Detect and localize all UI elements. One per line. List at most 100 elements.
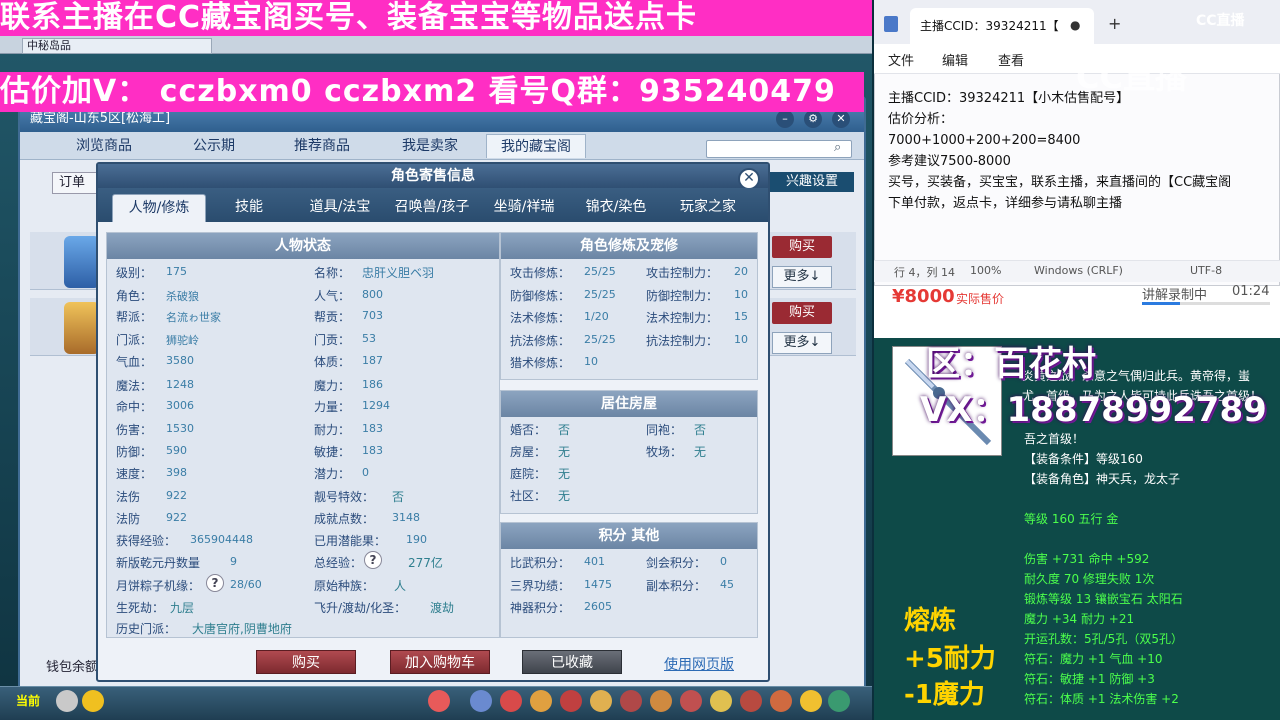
points-value: 0 bbox=[720, 555, 727, 568]
side-buy-button[interactable]: 购买 bbox=[772, 302, 832, 324]
history-label: 历史门派： bbox=[116, 622, 177, 636]
dialog-close-icon[interactable]: ✕ bbox=[738, 168, 760, 190]
notepad-text-area[interactable]: 主播CCID：39324211【小木估售配号】 估价分析： 7000+1000+… bbox=[888, 88, 1274, 214]
house-value: 无 bbox=[694, 445, 707, 459]
avatar bbox=[64, 302, 100, 354]
bag-icon[interactable] bbox=[530, 690, 552, 712]
friend-icon[interactable] bbox=[680, 690, 702, 712]
stat-value: 53 bbox=[362, 332, 376, 345]
order-select[interactable]: 订单 bbox=[52, 172, 102, 194]
refine-bonus: +5耐力 bbox=[904, 644, 996, 674]
shop-icon[interactable] bbox=[770, 690, 792, 712]
minimize-icon[interactable]: – bbox=[776, 110, 794, 128]
side-buy-button[interactable]: 购买 bbox=[772, 236, 832, 258]
item-icon[interactable] bbox=[500, 690, 522, 712]
stat-label: 气血： bbox=[116, 355, 153, 369]
item-line: 耐久度 70 修理失败 1次 bbox=[1024, 572, 1155, 586]
tab-skills[interactable]: 技能 bbox=[214, 194, 284, 222]
stat-label: 敏捷： bbox=[314, 445, 351, 459]
nav-public[interactable]: 公示期 bbox=[164, 134, 264, 158]
tab-character[interactable]: 人物/修炼 bbox=[112, 194, 206, 222]
contact-overlay: VX：18878992789 bbox=[920, 390, 1267, 430]
mic-icon[interactable] bbox=[56, 690, 78, 712]
tab-items[interactable]: 道具/法宝 bbox=[298, 194, 382, 222]
mail-icon[interactable] bbox=[740, 690, 762, 712]
skill-icon[interactable] bbox=[590, 690, 612, 712]
stat-value: 922 bbox=[166, 511, 187, 524]
gift-icon[interactable] bbox=[650, 690, 672, 712]
cult-value: 25/25 bbox=[584, 333, 616, 346]
nav-my-cangbaoge[interactable]: 我的藏宝阁 bbox=[486, 134, 586, 158]
interest-settings-button[interactable]: 兴趣设置 bbox=[770, 172, 854, 192]
tab-mounts[interactable]: 坐骑/祥瑞 bbox=[482, 194, 566, 222]
tab-home[interactable]: 玩家之家 bbox=[666, 194, 750, 222]
points-value: 1475 bbox=[584, 578, 612, 591]
sword-icon[interactable] bbox=[470, 690, 492, 712]
menu-file[interactable]: 文件 bbox=[888, 50, 914, 69]
emoji-icon[interactable] bbox=[82, 690, 104, 712]
text-line: 买号，买装备，买宝宝，联系主播，来直播间的【CC藏宝阁 bbox=[888, 175, 1232, 190]
stat-label: 力量： bbox=[314, 400, 351, 414]
new-tab-icon[interactable]: + bbox=[1108, 14, 1121, 33]
stat-value: 175 bbox=[166, 265, 187, 278]
add-to-cart-button[interactable]: 加入购物车 bbox=[390, 650, 490, 674]
tab-pets[interactable]: 召唤兽/孩子 bbox=[386, 194, 478, 222]
cult-label: 攻击修炼： bbox=[510, 266, 571, 280]
item-line: 等级 160 五行 金 bbox=[1024, 512, 1119, 526]
search-input[interactable] bbox=[706, 140, 852, 158]
stat-label: 门贡： bbox=[314, 333, 351, 347]
smile-icon[interactable] bbox=[800, 690, 822, 712]
stat-label: 人气： bbox=[314, 289, 351, 303]
stat-value: 800 bbox=[362, 288, 383, 301]
cult-value: 10 bbox=[734, 333, 748, 346]
points-panel-title: 积分 其他 bbox=[501, 523, 757, 549]
web-version-link[interactable]: 使用网页版 bbox=[664, 654, 734, 674]
wallet-label: 钱包余额 bbox=[46, 660, 99, 675]
house-label: 同袍： bbox=[646, 423, 683, 437]
stat-label: 耐力： bbox=[314, 423, 351, 437]
cc-watermark: CC直播 bbox=[1196, 13, 1245, 29]
exp-label: 获得经验： bbox=[116, 534, 177, 548]
nav-recommend[interactable]: 推荐商品 bbox=[272, 134, 372, 158]
nav-seller[interactable]: 我是卖家 bbox=[380, 134, 480, 158]
cult-value: 1/20 bbox=[584, 310, 609, 323]
notepad-tab[interactable]: 主播CCID：39324211【 bbox=[910, 8, 1094, 44]
house-value: 无 bbox=[558, 445, 571, 459]
taskbar-label: 当前 bbox=[16, 694, 41, 708]
points-value: 2605 bbox=[584, 600, 612, 613]
stat-label: 法伤 bbox=[116, 490, 141, 504]
stat-value: 狮驼岭 bbox=[166, 334, 199, 347]
close-icon[interactable]: ✕ bbox=[832, 110, 850, 128]
text-line: 参考建议7500-8000 bbox=[888, 154, 1011, 169]
fly-label: 飞升/渡劫/化圣： bbox=[314, 601, 407, 615]
total-exp-value: 277亿 bbox=[408, 556, 443, 570]
buy-button[interactable]: 购买 bbox=[256, 650, 356, 674]
points-label: 剑会积分： bbox=[646, 556, 707, 570]
chat-icon[interactable] bbox=[710, 690, 732, 712]
unsaved-dot-icon[interactable]: ● bbox=[1070, 18, 1080, 32]
side-more-button[interactable]: 更多↓ bbox=[772, 266, 832, 288]
menu-view[interactable]: 查看 bbox=[998, 50, 1024, 69]
nav-browse[interactable]: 浏览商品 bbox=[54, 134, 154, 158]
quest-icon[interactable] bbox=[620, 690, 642, 712]
favorited-button[interactable]: 已收藏 bbox=[522, 650, 622, 674]
tab-costume[interactable]: 锦衣/染色 bbox=[574, 194, 658, 222]
qiankun-value: 9 bbox=[230, 555, 237, 568]
stat-label: 角色： bbox=[116, 289, 153, 303]
system-icon[interactable] bbox=[828, 690, 850, 712]
help-icon[interactable]: ? bbox=[206, 574, 224, 592]
points-label: 三界功绩： bbox=[510, 579, 571, 593]
qiankun-label: 新版乾元丹数量 bbox=[116, 556, 201, 570]
menu-edit[interactable]: 编辑 bbox=[942, 50, 968, 69]
game-tab[interactable]: 中秘岛品 bbox=[22, 38, 212, 54]
cult-label: 猎术修炼： bbox=[510, 356, 571, 370]
side-more-button[interactable]: 更多↓ bbox=[772, 332, 832, 354]
pet-icon[interactable] bbox=[428, 690, 450, 712]
item-line bbox=[1024, 490, 1274, 510]
gear-icon[interactable]: ⚙ bbox=[804, 110, 822, 128]
help-icon[interactable]: ? bbox=[364, 551, 382, 569]
search-icon[interactable]: ⌕ bbox=[834, 140, 841, 155]
price-label: 实际售价 bbox=[956, 292, 1005, 306]
team-icon[interactable] bbox=[560, 690, 582, 712]
stat-label: 体质： bbox=[314, 355, 351, 369]
